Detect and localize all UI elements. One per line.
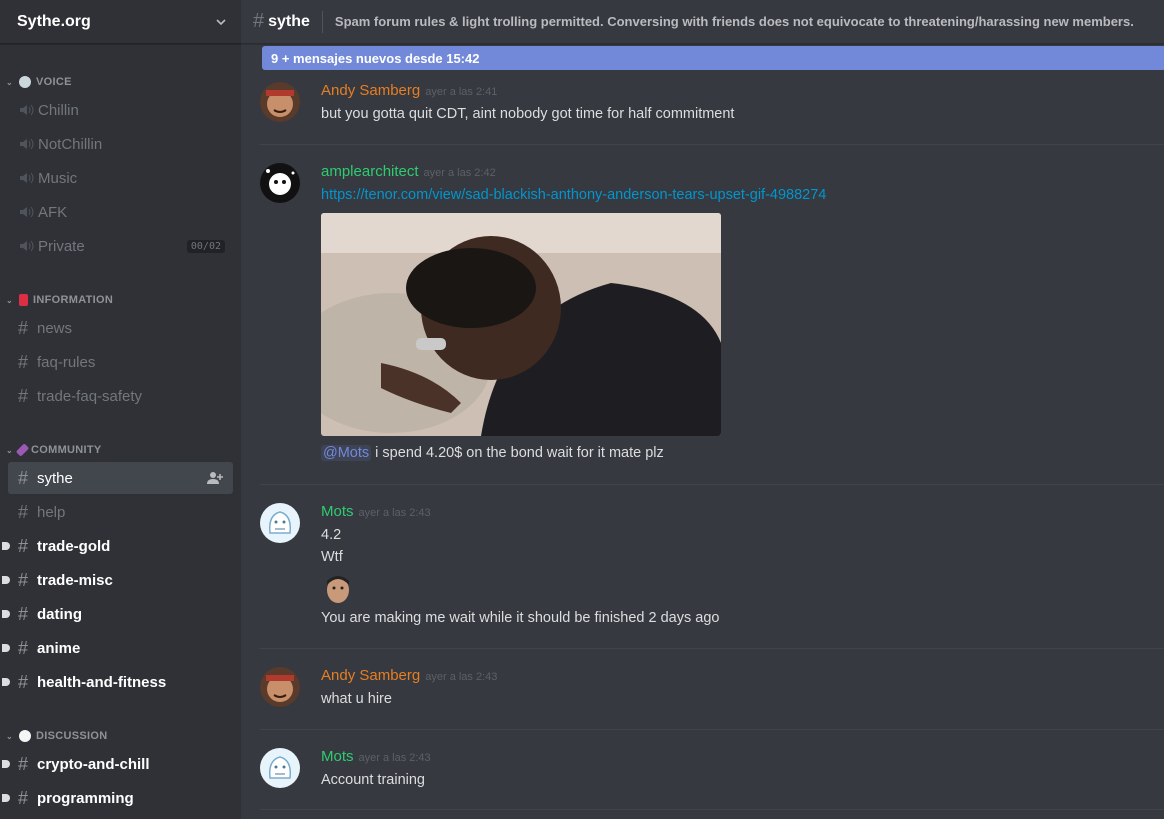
message-timestamp: ayer a las 2:43 xyxy=(358,752,431,764)
message-text: 4.2 xyxy=(321,527,342,543)
category-discussion[interactable]: ⌄ DISCUSSION xyxy=(6,730,107,742)
locked-hash-icon: # xyxy=(18,637,29,658)
message-text: @Mots i spend 4.20$ on the bond wait for… xyxy=(321,445,664,461)
custom-emoji[interactable] xyxy=(324,573,352,605)
hash-icon: # xyxy=(18,787,29,808)
channel-sidebar: Sythe.org ⌄ VOICE Chillin NotChillin Mus… xyxy=(0,0,241,819)
locked-hash-icon: # xyxy=(18,603,29,624)
server-name: Sythe.org xyxy=(17,12,91,30)
unread-indicator xyxy=(2,760,10,768)
hash-icon: # xyxy=(18,535,29,556)
speaker-icon xyxy=(20,104,34,116)
text-channel-trade-faq-safety[interactable]: # trade-faq-safety xyxy=(8,380,233,412)
message-group: Andy Samberg ayer a las 2:41 but you got… xyxy=(260,82,1164,132)
hash-icon: # xyxy=(253,10,265,32)
message-author[interactable]: Mots xyxy=(321,503,354,520)
hash-icon: # xyxy=(18,351,29,372)
message-divider xyxy=(260,484,1164,485)
avatar[interactable] xyxy=(260,503,300,543)
voice-channel-music[interactable]: Music xyxy=(8,162,233,194)
speaker-icon xyxy=(20,206,34,218)
message-group: Mots ayer a las 2:43 4.2 Wtf You are mak… xyxy=(260,503,1164,633)
locked-hash-icon: # xyxy=(18,671,29,692)
unread-indicator xyxy=(2,610,10,618)
message-author[interactable]: Mots xyxy=(321,748,354,765)
voice-channel-afk[interactable]: AFK xyxy=(8,196,233,228)
chevron-down-icon[interactable] xyxy=(215,16,227,28)
microphone-emoji-icon xyxy=(19,76,32,88)
add-member-icon[interactable] xyxy=(207,471,223,485)
unread-indicator xyxy=(2,794,10,802)
text-channel-crypto-and-chill[interactable]: # crypto-and-chill xyxy=(2,748,233,780)
message-timestamp: ayer a las 2:41 xyxy=(425,86,498,98)
category-community[interactable]: ⌄ COMMUNITY xyxy=(6,443,102,457)
category-voice[interactable]: ⌄ VOICE xyxy=(6,76,72,88)
message-timestamp: ayer a las 2:43 xyxy=(425,671,498,683)
message-divider xyxy=(260,144,1164,145)
new-messages-bar[interactable]: 9 + mensajes nuevos desde 15:42 xyxy=(262,46,1164,70)
channel-header: # sythe Spam forum rules & light trollin… xyxy=(241,0,1164,44)
message-text: but you gotta quit CDT, aint nobody got … xyxy=(321,106,735,122)
text-channel-trade-misc[interactable]: # trade-misc xyxy=(2,564,233,596)
text-channel-anime[interactable]: # anime xyxy=(2,632,233,664)
hash-icon: # xyxy=(18,753,29,774)
text-channel-health-and-fitness[interactable]: # health-and-fitness xyxy=(2,666,233,698)
message-text: what u hire xyxy=(321,691,392,707)
message-text: Account training xyxy=(321,772,425,788)
speaker-icon xyxy=(20,240,34,252)
avatar[interactable] xyxy=(260,163,300,203)
text-channel-sythe[interactable]: # sythe xyxy=(8,462,233,494)
voice-channel-private[interactable]: Private 00/02 xyxy=(8,230,233,262)
thinking-emoji-icon xyxy=(19,730,32,742)
hash-icon: # xyxy=(18,317,29,338)
text-channel-faq-rules[interactable]: # faq-rules xyxy=(8,346,233,378)
message-text: Wtf xyxy=(321,549,343,565)
message-author[interactable]: Andy Samberg xyxy=(321,82,420,99)
text-channel-news[interactable]: # news xyxy=(8,312,233,344)
message-author[interactable]: Andy Samberg xyxy=(321,667,420,684)
text-channel-programming[interactable]: # programming xyxy=(2,782,233,814)
unread-indicator xyxy=(2,542,10,550)
user-limit-badge: 00/02 xyxy=(186,239,225,253)
speaker-icon xyxy=(20,172,34,184)
channel-topic[interactable]: Spam forum rules & light trolling permit… xyxy=(335,14,1134,29)
gif-embed[interactable] xyxy=(321,213,721,436)
avatar[interactable] xyxy=(260,82,300,122)
server-header[interactable]: Sythe.org xyxy=(0,0,241,44)
message-timestamp: ayer a las 2:43 xyxy=(358,507,431,519)
text-channel-help[interactable]: # help xyxy=(8,496,233,528)
message-group: Mots ayer a las 2:43 Account training xyxy=(260,748,1164,798)
hash-icon: # xyxy=(18,569,29,590)
voice-channel-notchillin[interactable]: NotChillin xyxy=(8,128,233,160)
eggplant-emoji-icon xyxy=(15,443,30,457)
message-divider xyxy=(260,809,1164,810)
message-link[interactable]: https://tenor.com/view/sad-blackish-anth… xyxy=(321,187,826,203)
user-mention[interactable]: @Mots xyxy=(321,445,372,461)
text-channel-trade-gold[interactable]: # trade-gold xyxy=(2,530,233,562)
message-timestamp: ayer a las 2:42 xyxy=(423,167,496,179)
channel-title: sythe xyxy=(268,12,310,30)
category-information[interactable]: ⌄ INFORMATION xyxy=(6,294,113,306)
speaker-icon xyxy=(20,138,34,150)
avatar[interactable] xyxy=(260,667,300,707)
avatar[interactable] xyxy=(260,748,300,788)
book-emoji-icon xyxy=(19,294,29,306)
hash-icon: # xyxy=(18,467,29,488)
message-divider xyxy=(260,648,1164,649)
hash-icon: # xyxy=(18,501,29,522)
unread-indicator xyxy=(2,576,10,584)
text-channel-dating[interactable]: # dating xyxy=(2,598,233,630)
hash-icon: # xyxy=(18,385,29,406)
voice-channel-chillin[interactable]: Chillin xyxy=(8,94,233,126)
message-divider xyxy=(260,729,1164,730)
unread-indicator xyxy=(2,644,10,652)
unread-indicator xyxy=(2,678,10,686)
message-group: amplearchitect ayer a las 2:42 https://t… xyxy=(260,163,1164,473)
header-divider xyxy=(321,10,323,33)
message-group: Andy Samberg ayer a las 2:43 what u hire xyxy=(260,667,1164,717)
message-text: You are making me wait while it should b… xyxy=(321,610,720,626)
message-author[interactable]: amplearchitect xyxy=(321,163,419,180)
